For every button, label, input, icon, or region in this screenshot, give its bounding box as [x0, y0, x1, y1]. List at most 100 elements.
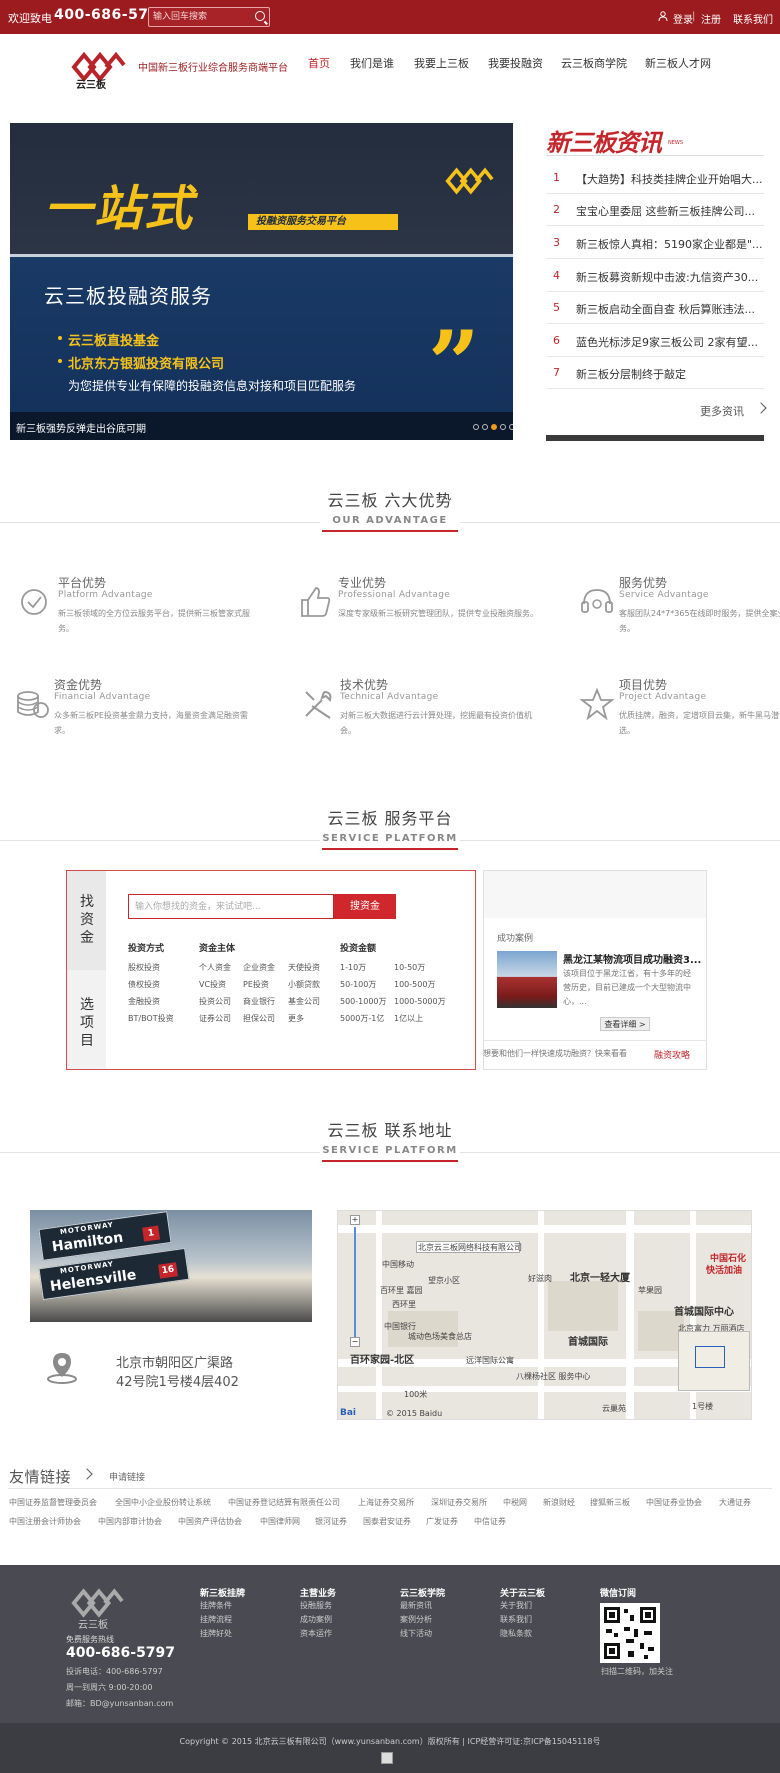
footer-link[interactable]: 资本运作	[300, 1628, 332, 1639]
footer-link[interactable]: 挂牌条件	[200, 1600, 232, 1611]
friend-link[interactable]: 中国证券登记结算有限责任公司	[228, 1497, 340, 1508]
slider-dot-active[interactable]	[491, 424, 497, 430]
news-item[interactable]: 6 蓝色光标涉足9家三板公司 2家有望...	[546, 325, 764, 357]
map-marker-label[interactable]: 北京云三板网络科技有限公司	[418, 1242, 522, 1253]
news-item[interactable]: 1 【大趋势】科技类挂牌企业开始唱大...	[546, 162, 764, 194]
login-link[interactable]: 登录	[673, 11, 693, 26]
slider-dot[interactable]	[473, 424, 479, 430]
filter-option[interactable]: 100-500万	[394, 979, 435, 990]
filter-option[interactable]: PE投资	[243, 979, 269, 990]
map-zoom-out-icon[interactable]: −	[350, 1337, 360, 1347]
filter-option[interactable]: 50-100万	[340, 979, 376, 990]
footer-link[interactable]: 隐私条款	[500, 1628, 532, 1639]
footer-link[interactable]: 挂牌好处	[200, 1628, 232, 1639]
footer-link[interactable]: 线下活动	[400, 1628, 432, 1639]
register-link[interactable]: 注册	[701, 11, 721, 26]
slider-dot[interactable]	[509, 424, 513, 430]
hero-caption[interactable]: 新三板强势反弹走出谷底可期	[16, 420, 146, 435]
search-icon[interactable]	[255, 11, 265, 21]
case-title[interactable]: 黑龙江某物流项目成功融资3...	[563, 951, 701, 966]
filter-option[interactable]: 1亿以上	[394, 1013, 423, 1024]
location-map[interactable]: + − 北京云三板网络科技有限公司 中国移动 西环里 百环里 嘉园 中国银行 百…	[337, 1210, 752, 1420]
news-item[interactable]: 4 新三板募资新规中击波:九信资产30...	[546, 260, 764, 292]
top-search-box[interactable]	[148, 7, 270, 27]
friend-link[interactable]: 广发证券	[426, 1516, 458, 1527]
friend-link[interactable]: 中国证券业协会	[646, 1497, 702, 1508]
filter-option[interactable]: 更多	[288, 1013, 304, 1024]
filter-option[interactable]: 小额贷款	[288, 979, 320, 990]
hero-banner[interactable]: 一站式 投融资服务交易平台 云三板投融资服务 云三板直投基金 北京东方银狐投资有…	[10, 123, 513, 440]
nav-item-investment[interactable]: 我要投融资	[488, 55, 543, 71]
footer-link[interactable]: 联系我们	[500, 1614, 532, 1625]
friend-link[interactable]: 中国注册会计师协会	[9, 1516, 81, 1527]
friend-link[interactable]: 中国内部审计协会	[98, 1516, 162, 1527]
filter-option[interactable]: 商业银行	[243, 996, 275, 1007]
chevron-right-icon[interactable]	[755, 402, 767, 414]
news-item[interactable]: 7 新三板分层制终于敲定	[546, 357, 764, 389]
filter-option[interactable]: BT/BOT投资	[128, 1013, 174, 1024]
friend-link[interactable]: 搜狐新三板	[590, 1497, 630, 1508]
filter-option[interactable]: VC投资	[199, 979, 226, 990]
friend-link[interactable]: 中信证券	[474, 1516, 506, 1527]
map-overview[interactable]	[678, 1331, 750, 1391]
filter-option[interactable]: 个人资金	[199, 962, 231, 973]
news-item[interactable]: 2 宝宝心里委屈 这些新三板挂牌公司...	[546, 194, 764, 226]
contact-us-link[interactable]: 联系我们	[733, 11, 773, 26]
financing-guide-link[interactable]: 融资攻略	[654, 1048, 690, 1061]
more-news-link[interactable]: 更多资讯	[700, 403, 744, 419]
case-truck-image[interactable]	[497, 951, 557, 1008]
nav-item-who-we-are[interactable]: 我们是谁	[350, 55, 394, 71]
footer-link[interactable]: 最新资讯	[400, 1600, 432, 1611]
location-pin-icon	[47, 1353, 77, 1384]
filter-option[interactable]: 金融投资	[128, 996, 160, 1007]
filter-option[interactable]: 股权投资	[128, 962, 160, 973]
nav-item-home[interactable]: 首页	[308, 55, 330, 71]
friend-link[interactable]: 银河证券	[315, 1516, 347, 1527]
friend-link[interactable]: 国泰君安证券	[363, 1516, 411, 1527]
filter-option[interactable]: 1000-5000万	[394, 996, 446, 1007]
friend-link[interactable]: 深圳证券交易所	[431, 1497, 487, 1508]
footer-link[interactable]: 案例分析	[400, 1614, 432, 1625]
footer-link[interactable]: 成功案例	[300, 1614, 332, 1625]
filter-option[interactable]: 天使投资	[288, 962, 320, 973]
nav-item-list-on-nsb[interactable]: 我要上三板	[414, 55, 469, 71]
advantage-subtitle: OUR ADVANTAGE	[332, 515, 448, 526]
top-search-input[interactable]	[153, 10, 249, 24]
news-item[interactable]: 3 新三板惊人真相：5190家企业都是"...	[546, 227, 764, 259]
nav-item-talent[interactable]: 新三板人才网	[645, 55, 711, 71]
nav-item-business-school[interactable]: 云三板商学院	[561, 55, 627, 71]
search-fund-button[interactable]: 搜资金	[334, 894, 396, 919]
friend-link[interactable]: 大通证券	[719, 1497, 751, 1508]
news-item[interactable]: 5 新三板启动全面自查 秋后算账违法...	[546, 292, 764, 324]
fund-search-input[interactable]	[128, 894, 334, 919]
filter-option[interactable]: 1-10万	[340, 962, 366, 973]
footer-link[interactable]: 关于我们	[500, 1600, 532, 1611]
footer-link[interactable]: 挂牌流程	[200, 1614, 232, 1625]
filter-option[interactable]: 投资公司	[199, 996, 231, 1007]
map-zoom-control[interactable]: + −	[342, 1215, 368, 1347]
friend-link[interactable]: 中税网	[503, 1497, 527, 1508]
apply-link[interactable]: 申请链接	[109, 1470, 145, 1483]
friend-link[interactable]: 新浪财经	[543, 1497, 575, 1508]
friend-link[interactable]: 中国律师网	[260, 1516, 300, 1527]
filter-option[interactable]: 企业资金	[243, 962, 275, 973]
slider-dot[interactable]	[500, 424, 506, 430]
slider-dot[interactable]	[482, 424, 488, 430]
friend-link[interactable]: 中国资产评估协会	[178, 1516, 242, 1527]
filter-option[interactable]: 证券公司	[199, 1013, 231, 1024]
friend-link[interactable]: 中国证券监督管理委员会	[9, 1497, 97, 1508]
filter-option[interactable]: 债权投资	[128, 979, 160, 990]
filter-option[interactable]: 10-50万	[394, 962, 425, 973]
view-case-button[interactable]: 查看详细 >	[600, 1017, 650, 1031]
news-heading: 新三板资讯	[546, 129, 662, 157]
footer-link[interactable]: 投融服务	[300, 1600, 332, 1611]
filter-option[interactable]: 500-1000万	[340, 996, 387, 1007]
service-subtitle: SERVICE PLATFORM	[322, 833, 458, 844]
filter-option[interactable]: 5000万-1亿	[340, 1013, 384, 1024]
map-zoom-in-icon[interactable]: +	[350, 1215, 360, 1225]
site-badge-icon[interactable]	[381, 1752, 393, 1764]
filter-option[interactable]: 担保公司	[243, 1013, 275, 1024]
filter-option[interactable]: 基金公司	[288, 996, 320, 1007]
friend-link[interactable]: 全国中小企业股份转让系统	[115, 1497, 211, 1508]
friend-link[interactable]: 上海证券交易所	[358, 1497, 414, 1508]
